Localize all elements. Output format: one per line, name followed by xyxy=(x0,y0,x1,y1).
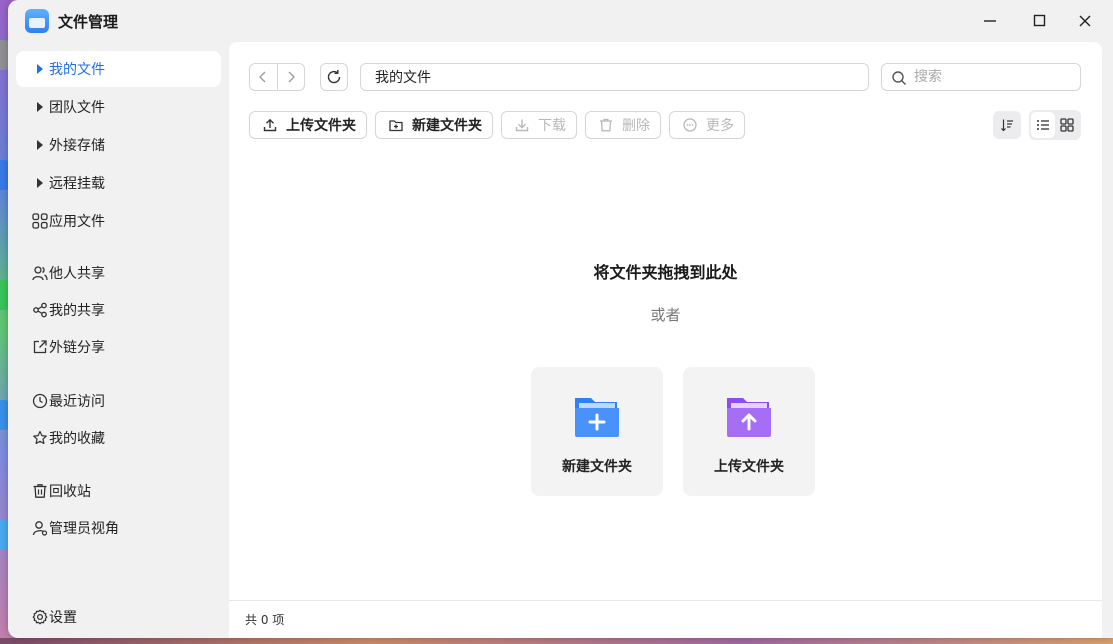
sidebar-item-my-files[interactable]: 我的文件 xyxy=(16,51,221,87)
sidebar-item-label: 我的收藏 xyxy=(49,431,105,447)
sidebar-item-label: 最近访问 xyxy=(49,394,105,410)
new-folder-card-label: 新建文件夹 xyxy=(562,459,632,475)
download-button[interactable]: 下载 xyxy=(501,111,577,139)
trash-icon xyxy=(31,482,49,500)
sort-icon xyxy=(1001,119,1013,132)
sidebar-item-label: 团队文件 xyxy=(49,100,105,116)
close-icon xyxy=(1079,15,1091,27)
refresh-icon xyxy=(327,70,341,84)
minimize-icon xyxy=(984,20,996,22)
settings-label: 设置 xyxy=(49,610,77,626)
list-view-button[interactable] xyxy=(1031,112,1055,138)
sidebar: 我的文件 团队文件 外接存储 远程挂载 应用文件 他人共享 我的共享 外链分享 … xyxy=(8,42,229,638)
refresh-button[interactable] xyxy=(320,63,348,91)
sidebar-item-remote-mount[interactable]: 远程挂载 xyxy=(16,165,221,201)
grid-view-button[interactable] xyxy=(1055,112,1079,138)
admin-user-icon xyxy=(31,519,49,537)
more-button[interactable]: 更多 xyxy=(669,111,745,139)
search-icon xyxy=(892,71,906,85)
search-input[interactable] xyxy=(914,67,1074,87)
upload-folder-icon xyxy=(727,398,771,437)
more-icon xyxy=(682,117,698,133)
sidebar-item-team-files[interactable]: 团队文件 xyxy=(16,89,221,125)
more-label: 更多 xyxy=(706,118,734,134)
sidebar-item-external-storage[interactable]: 外接存储 xyxy=(16,127,221,163)
window-title: 文件管理 xyxy=(58,13,119,31)
clock-icon xyxy=(31,392,49,410)
sidebar-item-label: 管理员视角 xyxy=(49,521,119,537)
desktop-background-strip xyxy=(0,638,1113,644)
history-nav xyxy=(249,63,305,91)
back-button[interactable] xyxy=(250,64,277,90)
search-box[interactable] xyxy=(881,63,1081,91)
sidebar-item-label: 外链分享 xyxy=(49,340,105,356)
gear-icon xyxy=(31,608,49,626)
expand-triangle-icon[interactable] xyxy=(31,60,49,78)
delete-button[interactable]: 删除 xyxy=(585,111,661,139)
upload-folder-card[interactable]: 上传文件夹 xyxy=(683,367,815,496)
expand-triangle-icon[interactable] xyxy=(31,98,49,116)
apps-grid-icon xyxy=(31,212,49,230)
sidebar-item-label: 回收站 xyxy=(49,484,91,500)
sidebar-item-label: 应用文件 xyxy=(49,214,105,230)
file-manager-window: 文件管理 我的文件 团队文件 外接存储 远程挂载 应用文件 他人共享 我的共享 … xyxy=(8,0,1113,638)
sidebar-item-favorites[interactable]: 我的收藏 xyxy=(16,420,221,456)
sidebar-item-label: 远程挂载 xyxy=(49,176,105,192)
trash-icon xyxy=(598,117,614,133)
status-bar: 共 0 项 xyxy=(229,600,1102,638)
view-mode-toggle xyxy=(1029,110,1081,140)
main-panel: 上传文件夹 新建文件夹 下载 删除 更多 xyxy=(229,42,1102,638)
sidebar-item-label: 他人共享 xyxy=(49,266,105,282)
upload-folder-card-label: 上传文件夹 xyxy=(714,459,784,475)
expand-triangle-icon[interactable] xyxy=(31,136,49,154)
sidebar-item-settings[interactable]: 设置 xyxy=(16,599,221,635)
upload-icon xyxy=(262,117,278,133)
forward-button[interactable] xyxy=(276,64,304,90)
sort-button[interactable] xyxy=(993,111,1021,139)
new-folder-plus-icon xyxy=(575,398,619,437)
sidebar-item-recycle-bin[interactable]: 回收站 xyxy=(16,473,221,509)
chevron-right-icon xyxy=(288,71,295,83)
maximize-icon xyxy=(1033,14,1046,27)
sidebar-item-label: 外接存储 xyxy=(49,138,105,154)
path-input[interactable] xyxy=(360,63,869,91)
sidebar-item-recent[interactable]: 最近访问 xyxy=(16,383,221,419)
drop-zone-or-text: 或者 xyxy=(650,306,681,324)
item-count: 共 0 项 xyxy=(245,613,285,627)
people-icon xyxy=(31,264,49,282)
close-button[interactable] xyxy=(1070,8,1100,34)
list-view-icon xyxy=(1037,120,1049,130)
minimize-button[interactable] xyxy=(975,8,1005,34)
download-label: 下载 xyxy=(538,118,566,134)
expand-triangle-icon[interactable] xyxy=(31,174,49,192)
share-icon xyxy=(31,301,49,319)
sidebar-item-external-link-share[interactable]: 外链分享 xyxy=(16,329,221,365)
maximize-button[interactable] xyxy=(1025,8,1055,34)
sidebar-item-label: 我的共享 xyxy=(49,303,105,319)
sidebar-item-app-files[interactable]: 应用文件 xyxy=(16,203,221,239)
sidebar-item-label: 我的文件 xyxy=(49,62,105,78)
star-icon xyxy=(31,429,49,447)
chevron-left-icon xyxy=(259,71,266,83)
new-folder-label: 新建文件夹 xyxy=(412,118,482,134)
file-manager-app-icon xyxy=(25,9,49,33)
new-folder-button[interactable]: 新建文件夹 xyxy=(375,111,493,139)
new-folder-icon xyxy=(388,117,404,133)
sidebar-item-my-shares[interactable]: 我的共享 xyxy=(16,292,221,328)
delete-label: 删除 xyxy=(622,118,650,134)
title-bar: 文件管理 xyxy=(8,0,1113,42)
sidebar-item-shared-with-me[interactable]: 他人共享 xyxy=(16,255,221,291)
grid-view-icon xyxy=(1060,118,1074,132)
new-folder-card[interactable]: 新建文件夹 xyxy=(531,367,663,496)
external-link-icon xyxy=(31,338,49,356)
upload-folder-button[interactable]: 上传文件夹 xyxy=(249,111,367,139)
sidebar-item-admin-view[interactable]: 管理员视角 xyxy=(16,510,221,546)
drop-zone-title: 将文件夹拖拽到此处 xyxy=(593,263,738,282)
download-icon xyxy=(514,117,530,133)
upload-folder-label: 上传文件夹 xyxy=(286,118,356,134)
